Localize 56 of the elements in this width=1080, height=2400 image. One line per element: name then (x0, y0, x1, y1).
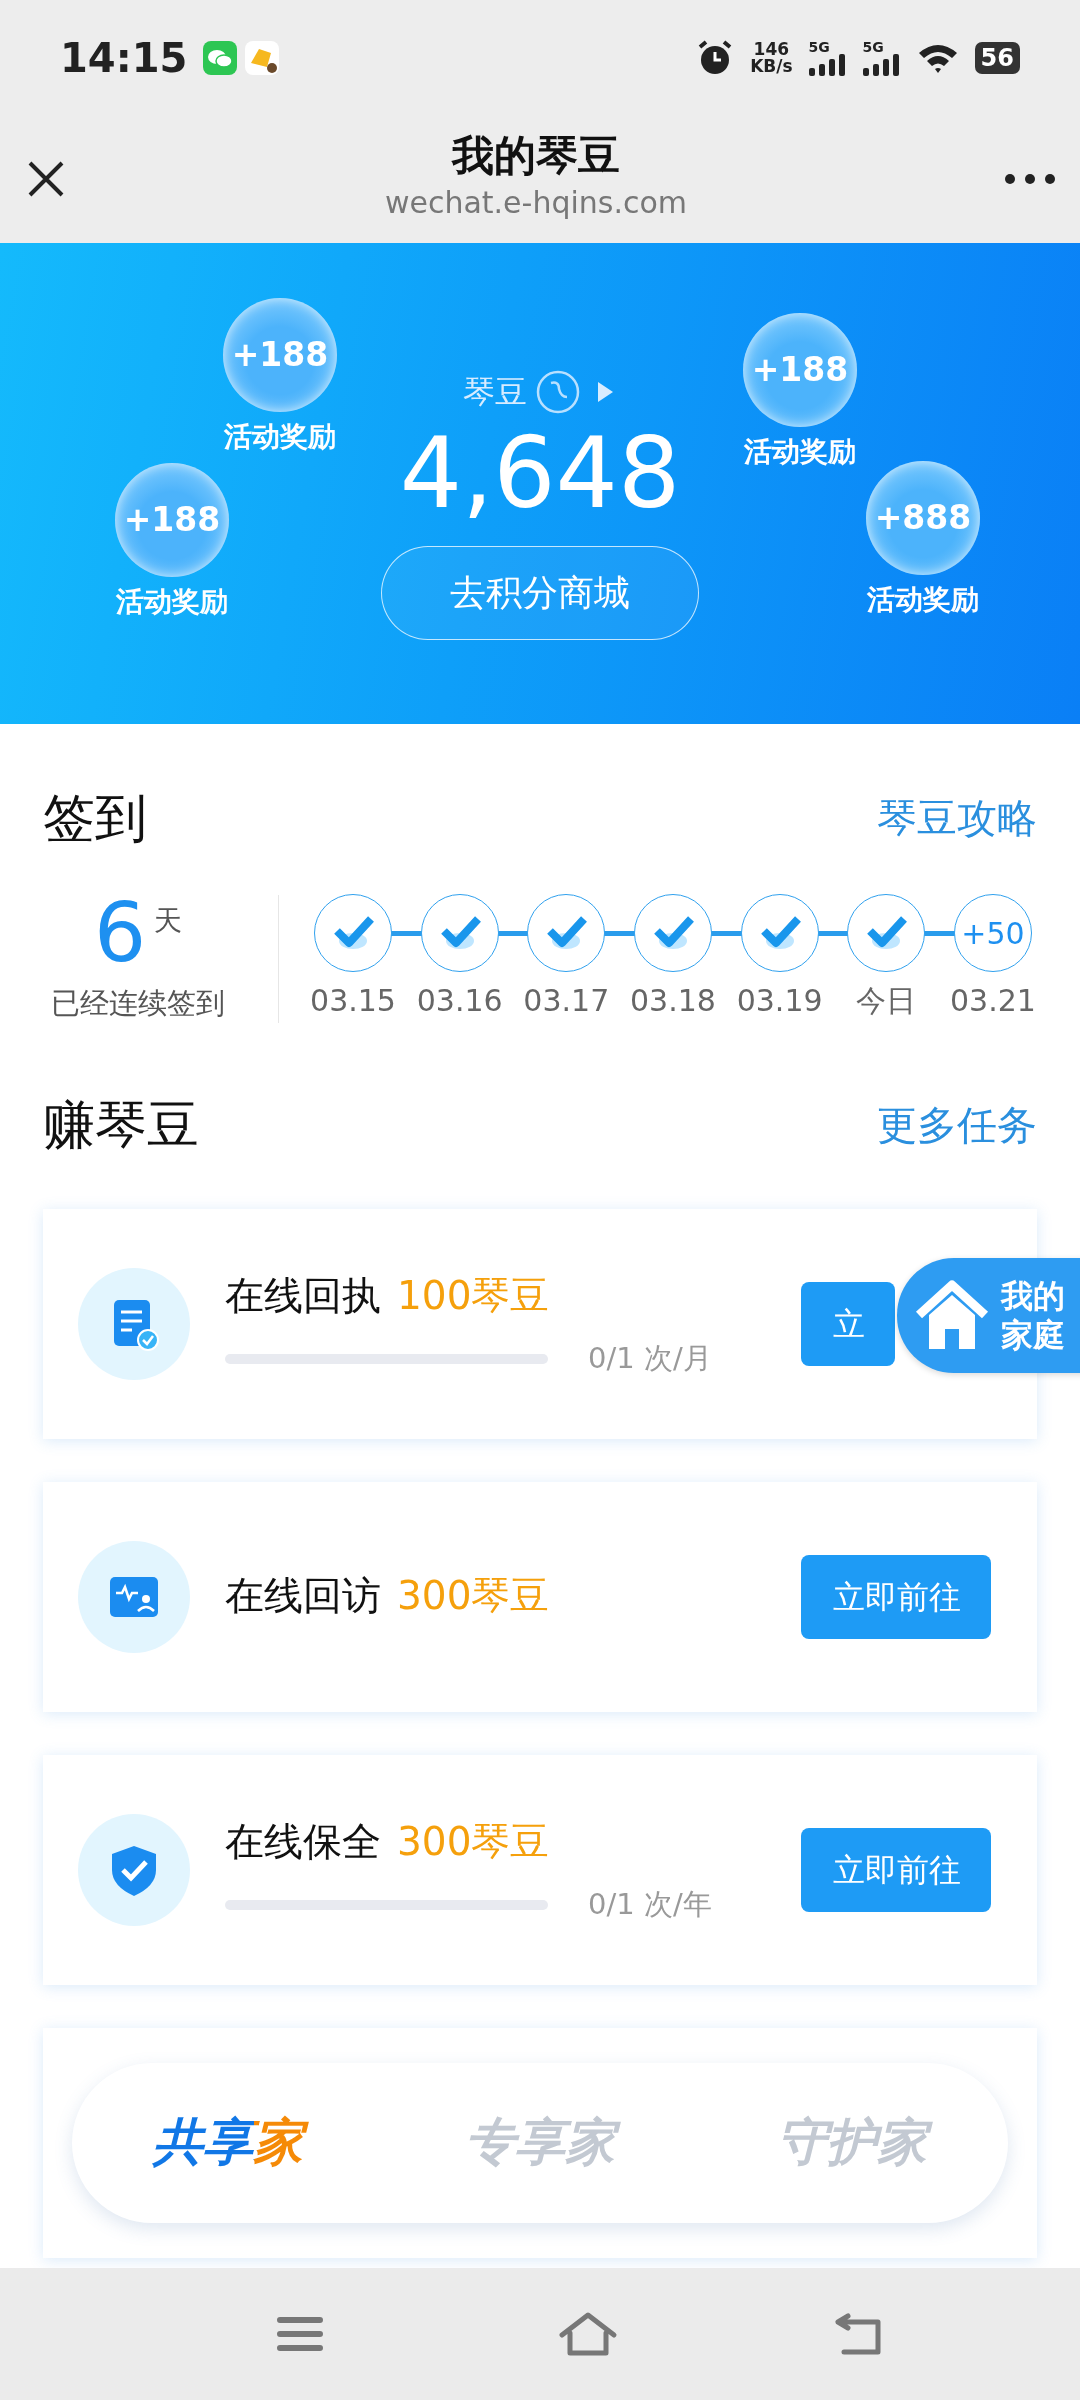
day-date: 03.15 (310, 982, 396, 1021)
signal-icon (808, 53, 847, 76)
family-float-button[interactable]: 我的家庭 (897, 1258, 1080, 1373)
balance-label: 琴豆 (463, 372, 527, 413)
bubble-label: 活动奖励 (744, 434, 856, 470)
task-name: 在线保全 (225, 1817, 381, 1866)
tier-tab[interactable]: 专享家 (459, 2104, 621, 2181)
speed-unit: KB/s (750, 57, 793, 75)
bubble-label: 活动奖励 (116, 584, 228, 620)
battery-level: 56 (974, 41, 1020, 74)
day-date: 03.21 (950, 982, 1036, 1021)
signal-icon (862, 53, 901, 76)
network-type: 5G (862, 39, 884, 54)
network-type: 5G (808, 39, 830, 54)
task-reward: 300琴豆 (397, 1817, 550, 1866)
back-icon[interactable] (834, 2312, 884, 2356)
page-title: 我的琴豆 (452, 133, 620, 180)
network-speed: 146 (752, 40, 791, 58)
day-date: 今日 (856, 982, 917, 1021)
task-reward: 300琴豆 (397, 1572, 550, 1621)
bean-balance: 4,648 (399, 424, 681, 522)
go-button[interactable]: 立即前往 (801, 1827, 991, 1912)
reward-bubble[interactable]: +188 (223, 298, 337, 412)
guide-link[interactable]: 琴豆攻略 (877, 788, 1037, 848)
points-mall-button[interactable]: 去积分商城 (381, 546, 699, 640)
task-reward: 100琴豆 (397, 1271, 550, 1320)
float-label: 我的家庭 (1001, 1277, 1066, 1354)
reward-bubble[interactable]: +888 (866, 461, 980, 575)
section-title: 赚琴豆 (43, 1093, 199, 1157)
chat-app-icon (203, 40, 238, 75)
streak-days: 6 (93, 892, 147, 974)
bubble-label: 活动奖励 (867, 582, 979, 618)
more-icon[interactable] (1004, 173, 1056, 185)
page-url: wechat.e-hqins.com (384, 183, 688, 222)
home-icon[interactable] (558, 2311, 618, 2357)
app-icon (245, 40, 280, 75)
bean-icon (535, 369, 581, 415)
task-name: 在线回执 (225, 1271, 381, 1320)
task-name: 在线回访 (225, 1572, 381, 1621)
reward-bubble[interactable]: +188 (743, 313, 857, 427)
tier-tab[interactable]: 守护家 (771, 2104, 933, 2181)
status-time: 14:15 (60, 33, 188, 83)
streak-unit: 天 (154, 903, 183, 939)
go-button[interactable]: 立 (801, 1281, 895, 1366)
section-title: 签到 (43, 787, 147, 850)
day-date: 03.19 (736, 982, 823, 1021)
day-date: 03.16 (416, 982, 503, 1021)
streak-label: 已经连续签到 (51, 985, 225, 1022)
reward-bubble[interactable]: +188 (115, 463, 229, 577)
day-date: 03.18 (630, 982, 716, 1021)
day-reward: +50 (953, 894, 1032, 973)
bubble-label: 活动奖励 (224, 419, 336, 455)
day-date: 03.17 (523, 982, 610, 1021)
go-button[interactable]: 立即前往 (801, 1554, 991, 1639)
menu-icon[interactable] (276, 2314, 324, 2354)
more-tasks-link[interactable]: 更多任务 (877, 1094, 1037, 1155)
